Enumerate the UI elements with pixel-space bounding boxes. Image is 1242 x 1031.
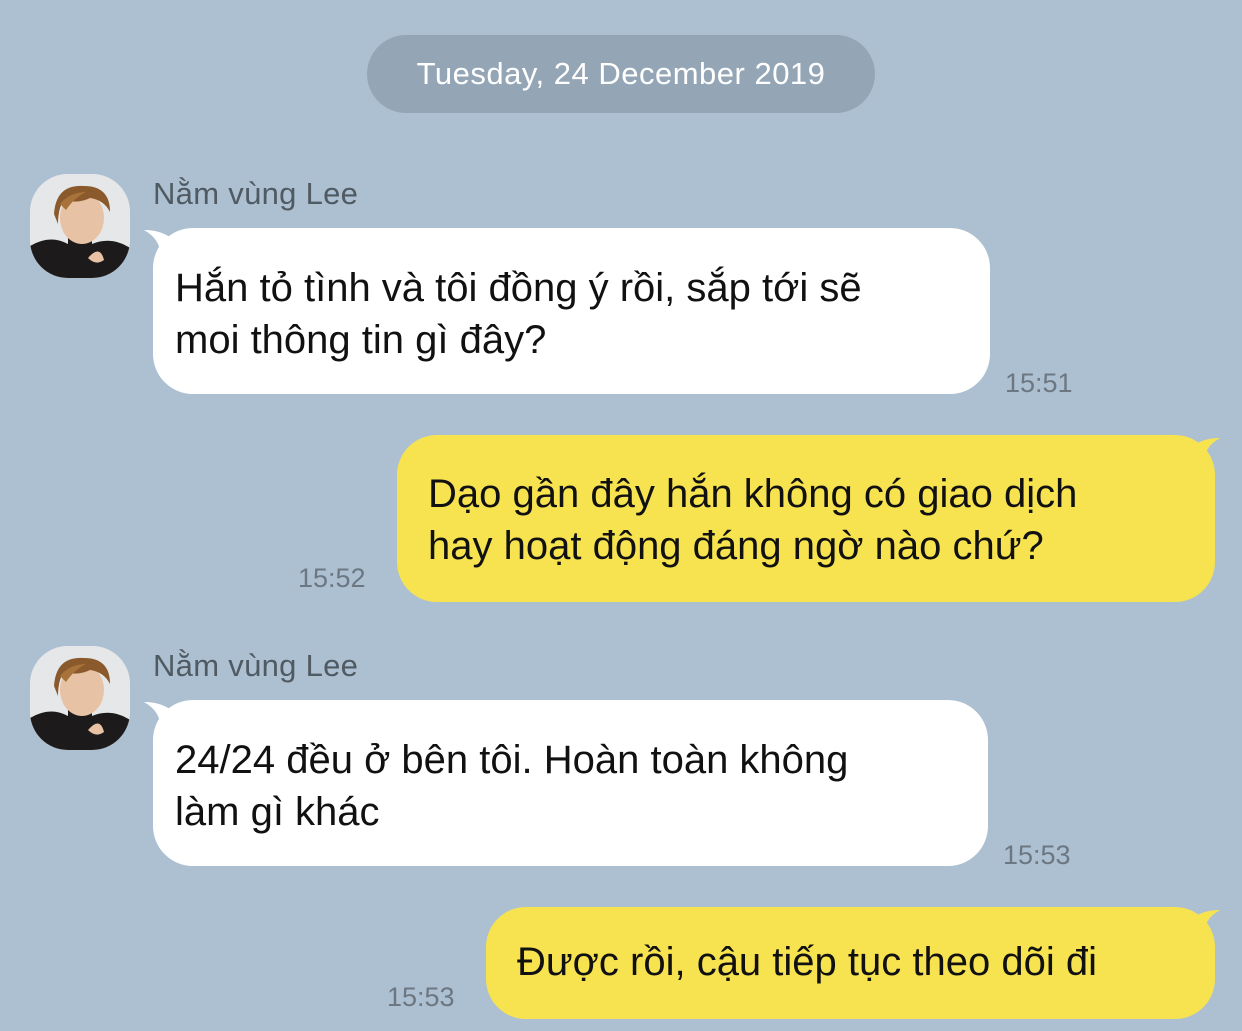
message-bubble-outgoing[interactable]: Dạo gần đây hắn không có giao dịch hay h… (397, 435, 1215, 602)
bubble-tail (1190, 438, 1220, 466)
message-bubble-incoming[interactable]: 24/24 đều ở bên tôi. Hoàn toàn không làm… (153, 700, 988, 866)
sender-avatar[interactable] (30, 174, 130, 278)
avatar-photo-icon (30, 646, 130, 750)
message-text-line: làm gì khác (175, 790, 380, 834)
sender-avatar[interactable] (30, 646, 130, 750)
sender-name: Nằm vùng Lee (153, 648, 359, 683)
avatar-photo-icon (30, 174, 130, 278)
message-bubble-outgoing[interactable]: Được rồi, cậu tiếp tục theo dõi đi (486, 907, 1215, 1019)
bubble-tail (1190, 910, 1220, 938)
message-text-line: hay hoạt động đáng ngờ nào chứ? (428, 524, 1044, 568)
message-timestamp: 15:53 (387, 982, 455, 1012)
message-text-line: 24/24 đều ở bên tôi. Hoàn toàn không (175, 738, 849, 782)
message-timestamp: 15:52 (298, 563, 366, 593)
message-text-line: Hắn tỏ tình và tôi đồng ý rồi, sắp tới s… (175, 266, 862, 310)
message-text-line: moi thông tin gì đây? (175, 318, 547, 362)
date-separator: Tuesday, 24 December 2019 (367, 35, 875, 113)
date-label: Tuesday, 24 December 2019 (416, 56, 826, 91)
sender-name: Nằm vùng Lee (153, 176, 359, 211)
message-text-line: Dạo gần đây hắn không có giao dịch (428, 472, 1078, 516)
message-bubble-incoming[interactable]: Hắn tỏ tình và tôi đồng ý rồi, sắp tới s… (153, 228, 990, 394)
message-timestamp: 15:51 (1005, 368, 1073, 398)
message-text-line: Được rồi, cậu tiếp tục theo dõi đi (517, 940, 1097, 984)
message-timestamp: 15:53 (1003, 840, 1071, 870)
